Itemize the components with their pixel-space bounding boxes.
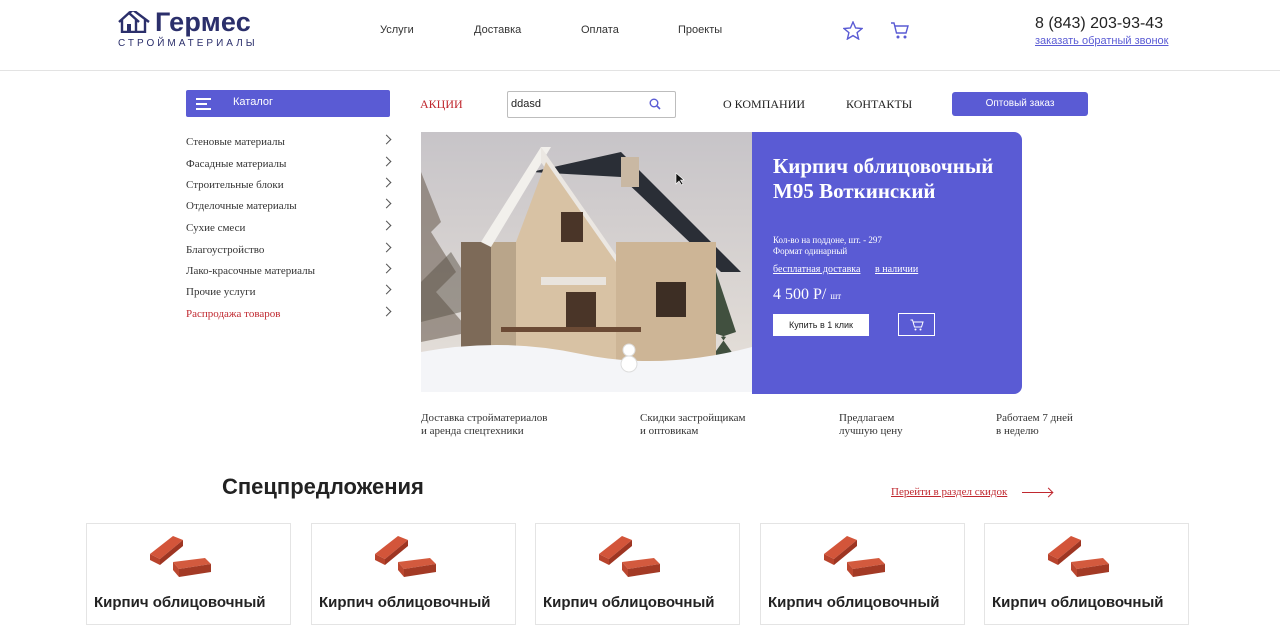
catalog-item[interactable]: Сухие смеси (186, 220, 392, 242)
nav-delivery[interactable]: Доставка (474, 24, 521, 36)
buy-one-click-button[interactable]: Купить в 1 клик (773, 314, 869, 336)
chevron-right-icon (381, 177, 392, 188)
brick-image (599, 536, 660, 577)
catalog-item-sale[interactable]: Распродажа товаров (186, 306, 392, 328)
discounts-section-link[interactable]: Перейти в раздел скидок (891, 486, 1007, 498)
catalog-item-label: Прочие услуги (186, 286, 256, 298)
feature-line: в неделю (996, 425, 1039, 437)
phone-number[interactable]: 8 (843) 203-93-43 (1035, 15, 1163, 33)
catalog-item[interactable]: Фасадные материалы (186, 156, 392, 178)
product-card[interactable]: Кирпич облицовочный (984, 523, 1189, 625)
feature-line: Работаем 7 дней (996, 412, 1073, 424)
brick-image (375, 536, 436, 577)
catalog-item[interactable]: Строительные блоки (186, 177, 392, 199)
product-card-title: Кирпич облицовочный (94, 594, 266, 611)
chevron-right-icon (381, 134, 392, 145)
menu-burger-icon (196, 98, 211, 110)
catalog-item-label: Строительные блоки (186, 179, 284, 191)
feature-best-price: Предлагаем лучшую цену (839, 412, 903, 438)
search-icon[interactable] (649, 98, 661, 110)
hero-product-panel: Кирпич облицовочный М95 Воткинский Кол-в… (752, 132, 1022, 394)
catalog-item-label: Фасадные материалы (186, 158, 287, 170)
chevron-right-icon (381, 242, 392, 253)
feature-delivery: Доставка стройматериалов и аренда спецтех… (421, 412, 547, 438)
specials-heading: Спецпредложения (222, 474, 424, 499)
search-input[interactable] (511, 95, 641, 112)
product-card-title: Кирпич облицовочный (768, 594, 940, 611)
logo-name[interactable]: Гермес (155, 7, 251, 38)
catalog-button[interactable]: Каталог (186, 90, 390, 117)
catalog-item[interactable]: Отделочные материалы (186, 198, 392, 220)
catalog-item-label: Сухие смеси (186, 222, 246, 234)
feature-line: Предлагаем (839, 412, 895, 424)
chevron-right-icon (381, 156, 392, 167)
cart-icon (910, 319, 924, 331)
nav-projects[interactable]: Проекты (678, 24, 722, 36)
site-header: Гермес СТРОЙМАТЕРИАЛЫ Услуги Доставка Оп… (0, 0, 1280, 71)
in-stock-link[interactable]: в наличии (875, 264, 918, 275)
feature-line: и аренда спецтехники (421, 425, 524, 437)
hero-product-title[interactable]: Кирпич облицовочный М95 Воткинский (773, 154, 1013, 204)
feature-line: Скидки застройщикам (640, 412, 746, 424)
product-card[interactable]: Кирпич облицовочный (311, 523, 516, 625)
logo-subtitle: СТРОЙМАТЕРИАЛЫ (118, 38, 258, 49)
chevron-right-icon (381, 306, 392, 317)
cart-icon[interactable] (890, 21, 910, 40)
chevron-right-icon (381, 198, 392, 209)
catalog-item-label: Благоустройство (186, 244, 265, 256)
add-to-cart-button[interactable] (898, 313, 935, 336)
catalog-item[interactable]: Стеновые материалы (186, 134, 392, 156)
nav-payment[interactable]: Оплата (581, 24, 619, 36)
feature-work-days: Работаем 7 дней в неделю (996, 412, 1073, 438)
nav-services[interactable]: Услуги (380, 24, 414, 36)
feature-line: Доставка стройматериалов (421, 412, 548, 424)
hero-house-image (421, 132, 752, 392)
about-link[interactable]: О КОМПАНИИ (723, 97, 805, 112)
search-box (507, 91, 676, 118)
hero-price: 4 500 Р/ шт (773, 286, 841, 304)
free-delivery-link[interactable]: бесплатная доставка (773, 264, 860, 275)
catalog-item-label: Распродажа товаров (186, 308, 281, 320)
catalog-label: Каталог (233, 96, 273, 108)
product-card-title: Кирпич облицовочный (543, 594, 715, 611)
feature-line: и оптовикам (640, 425, 699, 437)
catalog-item[interactable]: Благоустройство (186, 242, 392, 264)
chevron-right-icon (381, 220, 392, 231)
hero-format: Формат одинарный (773, 246, 848, 256)
logo-house-icon (118, 11, 150, 33)
mouse-cursor-icon (675, 172, 685, 186)
hero-qty: Кол-во на поддоне, шт. - 297 (773, 235, 882, 245)
contacts-link[interactable]: КОНТАКТЫ (846, 97, 912, 112)
product-card[interactable]: Кирпич облицовочный (760, 523, 965, 625)
catalog-item[interactable]: Прочие услуги (186, 284, 392, 306)
callback-link[interactable]: заказать обратный звонок (1035, 35, 1168, 47)
product-card-title: Кирпич облицовочный (992, 594, 1164, 611)
product-card[interactable]: Кирпич облицовочный (86, 523, 291, 625)
catalog-item-label: Отделочные материалы (186, 200, 297, 212)
promotions-link[interactable]: АКЦИИ (420, 97, 463, 112)
hero-price-unit: шт (830, 291, 842, 301)
brick-image (1048, 536, 1109, 577)
chevron-right-icon (381, 284, 392, 295)
catalog-item-label: Стеновые материалы (186, 136, 285, 148)
brick-image (150, 536, 211, 577)
favorites-star-icon[interactable] (843, 21, 863, 40)
catalog-item[interactable]: Лако-красочные материалы (186, 263, 392, 285)
feature-discounts: Скидки застройщикам и оптовикам (640, 412, 745, 438)
brick-image (824, 536, 885, 577)
arrow-right-icon (1022, 492, 1052, 493)
product-card[interactable]: Кирпич облицовочный (535, 523, 740, 625)
feature-line: лучшую цену (839, 425, 903, 437)
chevron-right-icon (381, 263, 392, 274)
hero-price-value: 4 500 Р/ (773, 286, 827, 303)
catalog-item-label: Лако-красочные материалы (186, 265, 315, 277)
product-card-title: Кирпич облицовочный (319, 594, 491, 611)
wholesale-order-button[interactable]: Оптовый заказ (952, 92, 1088, 116)
